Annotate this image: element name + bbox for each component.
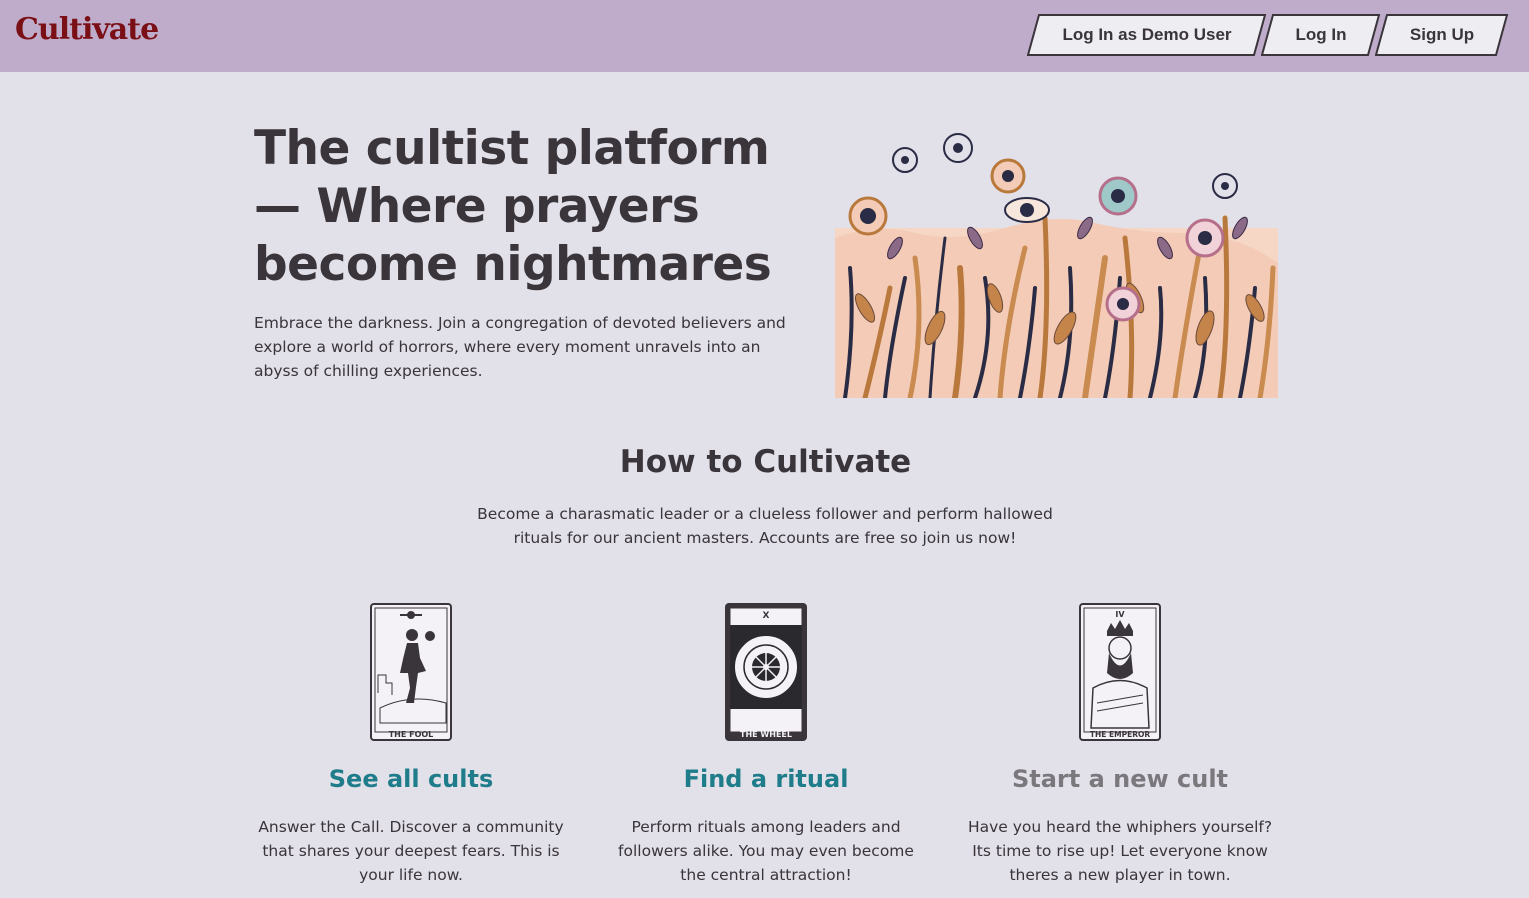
wheel-tarot-card-icon[interactable]: X THE WHEEL xyxy=(725,603,807,741)
signup-button[interactable]: Sign Up xyxy=(1375,14,1509,56)
see-all-cults-link[interactable]: See all cults xyxy=(241,765,581,793)
find-a-ritual-description: Perform rituals among leaders and follow… xyxy=(618,818,914,884)
fool-tarot-card-icon[interactable]: THE FOOL xyxy=(370,603,452,741)
card-label: THE EMPEROR xyxy=(1090,730,1150,739)
card-numeral: X xyxy=(763,611,770,621)
emperor-tarot-card-icon[interactable]: IV THE EMPEROR xyxy=(1079,603,1161,741)
navbar: Cultivate Log In as Demo User Log In Sig… xyxy=(0,0,1529,72)
demo-login-button[interactable]: Log In as Demo User xyxy=(1027,14,1267,56)
how-section-description: Become a charasmatic leader or a clueles… xyxy=(477,505,1053,547)
how-section-title: How to Cultivate xyxy=(619,444,912,480)
login-label: Log In xyxy=(1295,25,1347,44)
feature-see-all-cults: THE FOOL See all cults Answer the Call. … xyxy=(241,603,581,887)
hero-title: The cultist platform — Where prayers bec… xyxy=(254,121,772,292)
start-a-new-cult-description: Have you heard the whiphers yourself? It… xyxy=(967,818,1273,884)
login-button[interactable]: Log In xyxy=(1261,14,1381,56)
hero-illustration xyxy=(835,133,1278,398)
card-label: THE FOOL xyxy=(389,730,434,739)
signup-label: Sign Up xyxy=(1409,25,1475,44)
logo[interactable]: Cultivate xyxy=(15,12,159,47)
hero-description: Embrace the darkness. Join a congregatio… xyxy=(254,314,786,380)
feature-find-a-ritual: X THE WHEEL Find a ritual Perform ritual… xyxy=(596,603,936,887)
demo-login-label: Log In as Demo User xyxy=(1062,25,1232,44)
feature-start-a-new-cult: IV THE EMPEROR Start a new cult Have you… xyxy=(950,603,1290,887)
card-numeral: IV xyxy=(1115,610,1125,619)
start-a-new-cult-link[interactable]: Start a new cult xyxy=(950,765,1290,793)
card-label: THE WHEEL xyxy=(740,730,792,739)
see-all-cults-description: Answer the Call. Discover a community th… xyxy=(258,818,564,884)
find-a-ritual-link[interactable]: Find a ritual xyxy=(596,765,936,793)
